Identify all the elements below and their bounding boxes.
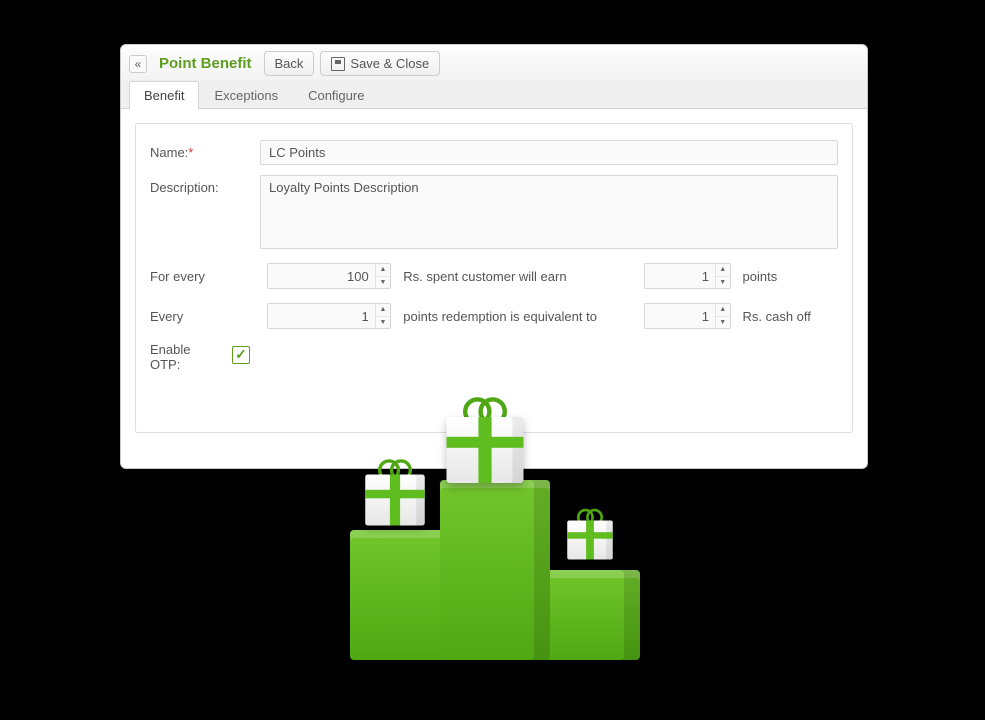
collapse-chevron-icon[interactable]: « [129,55,147,73]
rule2-end-label: Rs. cash off [743,309,839,324]
spin-down-icon[interactable]: ▼ [376,317,391,329]
tab-exceptions[interactable]: Exceptions [199,81,293,109]
name-input[interactable] [260,140,838,165]
rule1-earn-input[interactable] [645,264,714,288]
podium-illustration [350,440,670,680]
name-label: Name:* [150,140,260,160]
rule2-points-stepper[interactable]: ▲ ▼ [267,303,391,329]
rule2-cash-stepper[interactable]: ▲ ▼ [644,303,730,329]
enable-otp-checkbox[interactable]: ✓ [232,346,250,364]
save-close-label: Save & Close [350,56,429,71]
tab-bar: Benefit Exceptions Configure [121,80,867,109]
save-icon [331,57,345,71]
form-area: Name:* Description: For every ▲ ▼ Rs. sp… [121,109,867,447]
spin-up-icon[interactable]: ▲ [376,264,391,277]
spin-down-icon[interactable]: ▼ [716,317,730,329]
spin-up-icon[interactable]: ▲ [716,264,730,277]
spin-down-icon[interactable]: ▼ [716,277,730,289]
rule2-cash-input[interactable] [645,304,714,328]
back-button-label: Back [275,56,304,71]
rule2-middle-label: points redemption is equivalent to [403,309,632,324]
tab-benefit[interactable]: Benefit [129,81,199,109]
rule2-every-label: Every [150,309,255,324]
point-benefit-window: « Point Benefit Back Save & Close Benefi… [120,44,868,469]
description-label: Description: [150,175,260,195]
benefit-panel: Name:* Description: For every ▲ ▼ Rs. sp… [135,123,853,433]
rule1-middle-label: Rs. spent customer will earn [403,269,632,284]
required-asterisk: * [188,145,193,160]
spin-up-icon[interactable]: ▲ [716,304,730,317]
description-input[interactable] [260,175,838,249]
titlebar: « Point Benefit Back Save & Close [121,45,867,80]
rule1-earn-stepper[interactable]: ▲ ▼ [644,263,730,289]
tab-configure[interactable]: Configure [293,81,379,109]
page-title: Point Benefit [153,55,258,72]
rule1-amount-input[interactable] [268,264,375,288]
rule1-for-every-label: For every [150,269,255,284]
rule1-amount-stepper[interactable]: ▲ ▼ [267,263,391,289]
rule1-end-label: points [743,269,839,284]
save-close-button[interactable]: Save & Close [320,51,440,76]
spin-up-icon[interactable]: ▲ [376,304,391,317]
enable-otp-label: Enable OTP: [150,337,222,372]
spin-down-icon[interactable]: ▼ [376,277,391,289]
back-button[interactable]: Back [264,51,315,76]
rule2-points-input[interactable] [268,304,375,328]
